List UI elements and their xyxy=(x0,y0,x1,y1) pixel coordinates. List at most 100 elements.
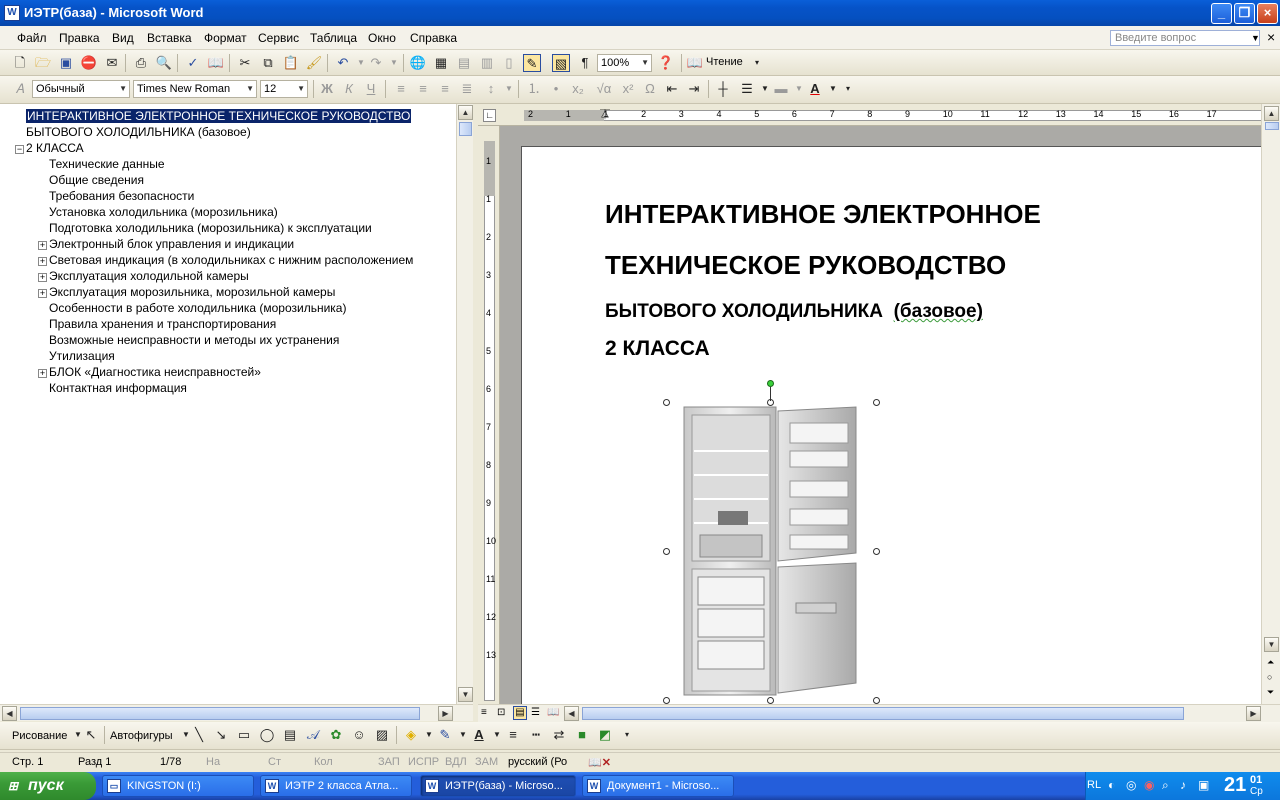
outline-item[interactable]: Требования безопасности xyxy=(49,189,194,203)
outline-item[interactable]: Правила хранения и транспортирования xyxy=(49,317,276,331)
undo-icon[interactable]: ↶ xyxy=(334,54,352,72)
resize-handle[interactable] xyxy=(663,399,670,406)
bold-icon[interactable]: Ж xyxy=(318,80,336,98)
outline-item[interactable]: ИНТЕРАКТИВНОЕ ЭЛЕКТРОННОЕ ТЕХНИЧЕСКОЕ РУ… xyxy=(26,109,412,123)
vertical-ruler[interactable]: 1 1 2 3 4 5 6 7 8 9 10 11 12 13 xyxy=(478,126,500,704)
insert-table-icon[interactable]: ▤ xyxy=(455,54,473,72)
tray-app-icon[interactable]: ◎ xyxy=(1126,778,1136,792)
menu-insert[interactable]: Вставка xyxy=(147,31,192,45)
insert-excel-icon[interactable]: ▥ xyxy=(478,54,496,72)
select-browse-object-icon[interactable]: ○ xyxy=(1267,672,1272,682)
cut-icon[interactable]: ✂ xyxy=(236,54,254,72)
resize-handle[interactable] xyxy=(663,548,670,555)
symbol-icon[interactable]: Ω xyxy=(641,80,659,98)
tray-search-icon[interactable]: ⌕ xyxy=(1162,778,1169,793)
paste-icon[interactable]: 📋 xyxy=(282,54,300,72)
task-dokument1[interactable]: W Документ1 - Microso... xyxy=(582,775,734,797)
menu-table[interactable]: Таблица xyxy=(310,31,357,45)
line-spacing-icon[interactable]: ↕ xyxy=(482,80,500,98)
font-size-select[interactable]: 12 ▼ xyxy=(260,80,308,98)
scroll-right-icon[interactable]: ▶ xyxy=(1246,706,1261,721)
tray-antivirus-icon[interactable]: ◉ xyxy=(1144,778,1154,792)
outline-item[interactable]: БЫТОВОГО ХОЛОДИЛЬНИКА (базовое) xyxy=(26,125,251,139)
resize-handle[interactable] xyxy=(873,399,880,406)
copy-icon[interactable]: ⧉ xyxy=(259,54,277,72)
status-ext[interactable]: ВДЛ xyxy=(445,756,467,768)
drawing-menu-button[interactable]: Рисование xyxy=(12,730,67,742)
superscript-icon[interactable]: x² xyxy=(619,80,637,98)
outline-item[interactable]: Установка холодильника (морозильника) xyxy=(49,205,278,219)
permission-icon[interactable]: ⛔ xyxy=(80,54,98,72)
email-icon[interactable]: ✉ xyxy=(103,54,121,72)
line-spacing-dropdown-icon[interactable]: ▼ xyxy=(500,80,518,98)
resize-handle[interactable] xyxy=(873,548,880,555)
increase-indent-icon[interactable]: ⇥ xyxy=(685,80,703,98)
normal-view-icon[interactable]: ≡ xyxy=(481,707,487,718)
select-objects-icon[interactable]: ↖ xyxy=(82,726,100,744)
subscript-icon[interactable]: x₂ xyxy=(569,80,587,98)
task-kingston[interactable]: ▭ KINGSTON (I:) xyxy=(102,775,254,797)
show-formatting-icon[interactable]: ¶ xyxy=(576,54,594,72)
redo-dropdown-icon[interactable]: ▼ xyxy=(385,54,403,72)
tab-selector-icon[interactable]: ∟ xyxy=(483,109,496,122)
expand-plus-icon[interactable]: + xyxy=(38,273,47,282)
scroll-down-icon[interactable]: ▼ xyxy=(1264,637,1279,652)
redo-icon[interactable]: ↷ xyxy=(367,54,385,72)
menu-help[interactable]: Справка xyxy=(410,31,457,45)
zoom-select[interactable]: 100% ▼ xyxy=(597,54,652,72)
resize-handle[interactable] xyxy=(767,697,774,704)
tray-volume-icon[interactable]: ♪ xyxy=(1180,778,1186,792)
save-icon[interactable]: ▣ xyxy=(57,54,75,72)
outline-item[interactable]: Особенности в работе холодильника (мороз… xyxy=(49,301,346,315)
minimize-button[interactable]: _ xyxy=(1211,3,1232,24)
research-icon[interactable]: 📖 xyxy=(207,54,225,72)
web-view-icon[interactable]: ⊡ xyxy=(497,707,505,718)
document-page[interactable]: ИНТЕРАКТИВНОЕ ЭЛЕКТРОННОЕ ТЕХНИЧЕСКОЕ РУ… xyxy=(521,146,1263,706)
outline-item[interactable]: Утилизация xyxy=(49,349,115,363)
hyperlink-icon[interactable]: 🌐 xyxy=(409,54,427,72)
outline-item[interactable]: Подготовка холодильника (морозильника) к… xyxy=(49,221,372,235)
menu-view[interactable]: Вид xyxy=(112,31,134,45)
highlight-icon[interactable]: ▬ xyxy=(772,80,790,98)
indent-marker-icon[interactable]: ⏄ xyxy=(600,106,610,121)
toolbar-options-icon[interactable]: ▾ xyxy=(748,54,766,72)
line-icon[interactable]: ╲ xyxy=(190,726,208,744)
columns-icon[interactable]: ▯ xyxy=(500,54,518,72)
menu-file[interactable]: Файл xyxy=(17,31,47,45)
outline-item[interactable]: Возможные неисправности и методы их устр… xyxy=(49,333,339,347)
menu-window[interactable]: Окно xyxy=(368,31,396,45)
underline-icon[interactable]: Ч xyxy=(362,80,380,98)
status-ovr[interactable]: ЗАМ xyxy=(475,756,498,768)
bullets-icon[interactable]: • xyxy=(547,80,565,98)
font-color-icon[interactable]: A xyxy=(806,80,824,98)
insert-picture-icon[interactable]: ▨ xyxy=(373,726,391,744)
clock-hour[interactable]: 21 xyxy=(1224,774,1246,797)
ask-question-field[interactable]: Введите вопрос xyxy=(1110,30,1260,46)
reading-layout-icon[interactable]: 📖 xyxy=(686,54,704,72)
line-style-icon[interactable]: ≡ xyxy=(504,726,522,744)
arrow-style-icon[interactable]: ⇄ xyxy=(550,726,568,744)
italic-icon[interactable]: К xyxy=(340,80,358,98)
task-ietr-baza[interactable]: W ИЭТР(база) - Microso... xyxy=(420,775,576,797)
table-insert-icon[interactable]: ┼ xyxy=(714,80,732,98)
tables-borders-icon[interactable]: ▦ xyxy=(432,54,450,72)
scroll-left-icon[interactable]: ◀ xyxy=(2,706,17,721)
task-ietr-2-klassa[interactable]: W ИЭТР 2 класса Атла... xyxy=(260,775,412,797)
justify-icon[interactable]: ≣ xyxy=(458,80,476,98)
clipart-icon[interactable]: ☺ xyxy=(350,726,368,744)
numbering-icon[interactable]: ⒈ xyxy=(525,80,543,98)
outline-item[interactable]: Эксплуатация морозильника, морозильной к… xyxy=(49,285,335,299)
close-document-icon[interactable]: × xyxy=(1267,29,1275,45)
previous-page-icon[interactable]: ⏶ xyxy=(1267,657,1274,668)
decrease-indent-icon[interactable]: ⇤ xyxy=(663,80,681,98)
reading-view-icon[interactable]: 📖 xyxy=(547,707,559,718)
outline-item[interactable]: Электронный блок управления и индикации xyxy=(49,237,294,251)
oval-icon[interactable]: ◯ xyxy=(258,726,276,744)
maximize-button[interactable]: ❐ xyxy=(1234,3,1255,24)
toolbar-options-icon-2[interactable]: ▾ xyxy=(839,80,857,98)
menu-edit[interactable]: Правка xyxy=(59,31,100,45)
document-map-icon[interactable]: ▧ xyxy=(552,54,570,72)
print-preview-icon[interactable]: 🔍 xyxy=(155,54,173,72)
reading-button-label[interactable]: Чтение xyxy=(706,56,743,68)
dash-style-icon[interactable]: ┅ xyxy=(527,726,545,744)
